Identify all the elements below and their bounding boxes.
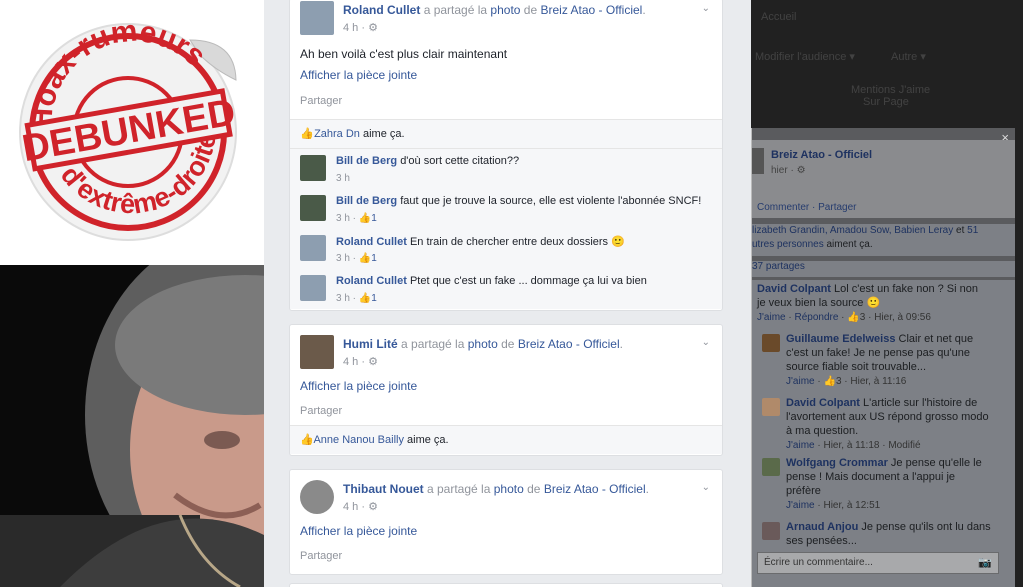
camera-icon[interactable]: 📷 — [978, 556, 992, 569]
avatar[interactable] — [300, 155, 326, 181]
photo-link[interactable]: photo — [490, 3, 520, 17]
photo-comment-panel: × Breiz Atao - Officiel hier · ⚙ Comment… — [751, 128, 1015, 587]
globe-icon: ⚙ — [368, 356, 378, 368]
shares-count[interactable]: 37 partages — [752, 261, 1015, 277]
photo-link[interactable]: photo — [494, 482, 524, 496]
avatar[interactable] — [762, 334, 780, 352]
avatar[interactable] — [300, 1, 334, 35]
avatar[interactable] — [762, 398, 780, 416]
page-link[interactable]: Breiz Atao - Officiel — [518, 337, 620, 351]
globe-icon: ⚙ — [368, 22, 378, 34]
share-link[interactable]: Partager — [290, 538, 722, 570]
avatar[interactable] — [762, 458, 780, 476]
post-timestamp[interactable]: 4 h · — [343, 356, 365, 368]
page-link[interactable]: Breiz Atao - Officiel — [541, 3, 643, 17]
post-timestamp[interactable]: 4 h · — [343, 501, 365, 513]
feed-post — [289, 583, 723, 587]
page-link[interactable]: Breiz Atao - Officiel — [544, 482, 646, 496]
post-text: Ah ben voilà c'est plus clair maintenant — [300, 47, 508, 61]
avatar[interactable] — [752, 148, 764, 174]
debunked-sticker-area: Hoax-rumeurs d'extrême-droite DEBUNKED — [0, 0, 264, 265]
likers-names[interactable]: lizabeth Grandin, Amadou Sow, Babien Ler… — [752, 225, 953, 236]
like-thumb-icon[interactable]: 👍 — [359, 213, 371, 224]
post-timestamp[interactable]: hier · — [771, 165, 794, 176]
comment: Bill de Berg faut que je trouve la sourc… — [290, 189, 722, 229]
comment-link[interactable]: Commenter — [757, 202, 809, 213]
post-timestamp[interactable]: 4 h · — [343, 22, 365, 34]
comment: David Colpant L'article sur l'histoire d… — [762, 396, 992, 451]
avatar[interactable] — [300, 275, 326, 301]
like-thumb-icon[interactable]: 👍 — [847, 312, 859, 323]
debunked-stamp-icon: Hoax-rumeurs d'extrême-droite DEBUNKED — [19, 14, 239, 241]
feed-post: Humi Lité a partagé la photo de Breiz At… — [289, 324, 723, 456]
share-link[interactable]: Partager — [290, 393, 722, 425]
globe-icon: ⚙ — [796, 165, 806, 176]
comment: Roland Cullet En train de chercher entre… — [290, 229, 722, 269]
show-attachment-link[interactable]: Afficher la pièce jointe — [290, 375, 722, 393]
write-comment-input[interactable]: Écrire un commentaire... — [757, 552, 999, 574]
comment: Wolfgang Crommar Je pense qu'elle le pen… — [762, 456, 992, 511]
post-author[interactable]: Humi Lité — [343, 337, 398, 351]
portrait-photo — [0, 265, 264, 587]
like-thumb-icon: 👍 — [300, 434, 314, 446]
avatar[interactable] — [300, 480, 334, 514]
like-thumb-icon[interactable]: 👍 — [359, 253, 371, 264]
likes-row: 👍 Anne Nanou Bailly aime ça. — [290, 425, 722, 454]
comment: Arnaud Anjou Je pense qu'ils ont lu dans… — [762, 520, 992, 548]
share-link[interactable]: Partager — [290, 82, 722, 115]
feed-post: Roland Cullet a partagé la photo de Brei… — [289, 0, 723, 311]
chevron-down-icon[interactable]: ⌄ — [702, 3, 710, 14]
post-author[interactable]: Thibaut Nouet — [343, 482, 424, 496]
comment: David Colpant Lol c'est un fake non ? Si… — [757, 283, 978, 323]
show-attachment-link[interactable]: Afficher la pièce jointe — [290, 61, 722, 82]
chevron-down-icon[interactable]: ⌄ — [702, 337, 710, 348]
likes-row: 👍 Zahra Dn aime ça. — [290, 119, 722, 148]
page-name[interactable]: Breiz Atao - Officiel — [771, 149, 872, 161]
avatar[interactable] — [762, 522, 780, 540]
share-link[interactable]: Partager — [818, 202, 856, 213]
avatar[interactable] — [300, 195, 326, 221]
avatar[interactable] — [300, 235, 326, 261]
show-attachment-link[interactable]: Afficher la pièce jointe — [290, 520, 722, 538]
likers-count[interactable]: 51 — [967, 225, 978, 236]
news-feed: Roland Cullet a partagé la photo de Brei… — [264, 0, 751, 587]
like-thumb-icon[interactable]: 👍 — [823, 376, 835, 387]
like-thumb-icon[interactable]: 👍 — [359, 293, 371, 304]
avatar[interactable] — [300, 335, 334, 369]
comment: Roland Cullet Ptet que c'est un fake ...… — [290, 269, 722, 309]
feed-post: Thibaut Nouet a partagé la photo de Brei… — [289, 469, 723, 575]
globe-icon: ⚙ — [368, 501, 378, 513]
like-thumb-icon: 👍 — [300, 128, 314, 140]
photo-link[interactable]: photo — [468, 337, 498, 351]
comment: Bill de Berg d'où sort cette citation?? … — [290, 149, 722, 189]
chevron-down-icon[interactable]: ⌄ — [702, 482, 710, 493]
post-author[interactable]: Roland Cullet — [343, 3, 420, 17]
comment: Guillaume Edelweiss Clair et net que c'e… — [762, 332, 992, 387]
comment-list: Bill de Berg d'où sort cette citation?? … — [290, 148, 722, 309]
